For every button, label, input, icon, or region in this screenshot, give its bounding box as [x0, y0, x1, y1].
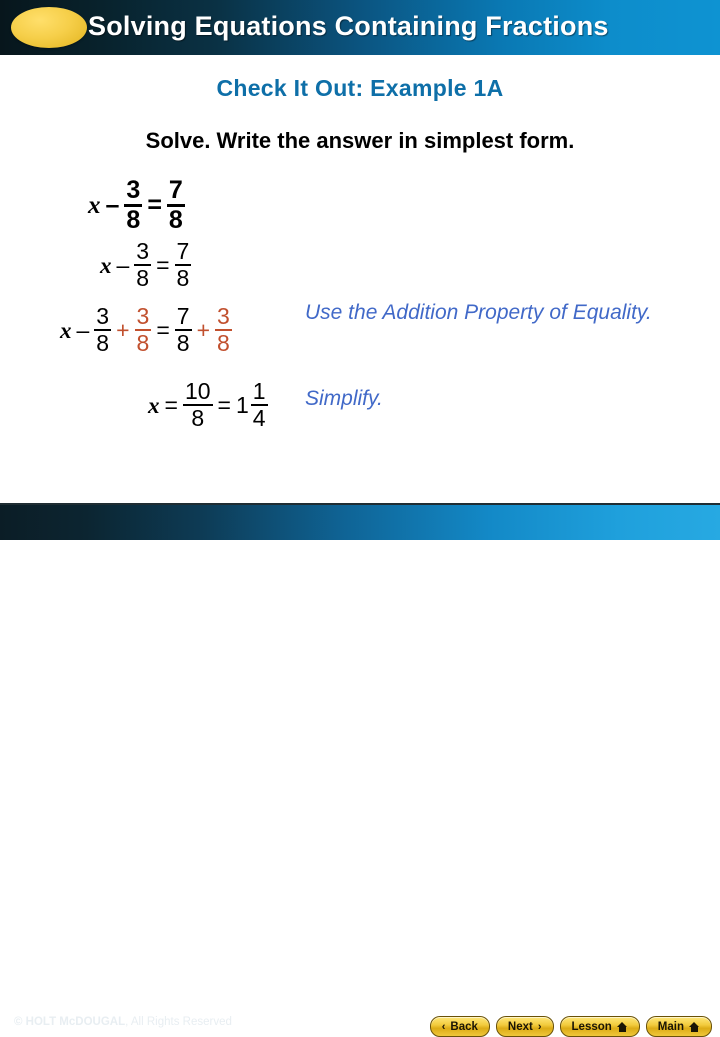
fraction: 38	[94, 303, 112, 356]
main-button[interactable]: Main	[645, 1016, 712, 1037]
addition-property-note: Use the Addition Property of Equality.	[305, 301, 652, 324]
fraction-numerator: 3	[124, 178, 143, 207]
fraction-numerator: 7	[174, 303, 192, 331]
simplify-note: Simplify.	[305, 387, 383, 410]
fraction: 14	[250, 378, 268, 431]
yellow-ellipse-icon	[11, 7, 87, 48]
fraction-numerator: 3	[94, 303, 112, 331]
operator: –	[105, 191, 120, 219]
footer-nav: ‹ Back Next › Lesson Main	[429, 1016, 712, 1037]
button-label: Lesson	[571, 1020, 612, 1033]
fraction: 78	[174, 238, 192, 291]
copyright-rest: , All Rights Reserved	[125, 1016, 232, 1028]
operator: =	[164, 391, 178, 418]
fraction-denominator: 8	[176, 265, 190, 291]
fraction-denominator: 8	[136, 265, 150, 291]
fraction: 38	[215, 305, 232, 355]
add-both-sides-equation: x –3 8 +3 8 = 7 8 +3 8	[60, 305, 232, 355]
fraction-numerator: 3	[134, 303, 152, 331]
home-icon	[616, 1021, 628, 1032]
fraction-numerator: 3	[215, 303, 232, 331]
fraction: 10 8	[182, 378, 213, 431]
next-button[interactable]: Next ›	[495, 1016, 554, 1037]
restated-equation: x –3 8 = 7 8	[100, 238, 192, 291]
fraction: 38	[134, 238, 152, 291]
fraction-numerator: 3	[134, 238, 152, 266]
variable-x: x	[148, 392, 160, 418]
operator: +	[116, 316, 130, 343]
lesson-button[interactable]: Lesson	[559, 1016, 640, 1037]
page-title: Solving Equations Containing Fractions	[88, 11, 609, 41]
operator: =	[217, 391, 231, 418]
fraction-denominator: 8	[96, 330, 110, 356]
fraction: 78	[174, 303, 192, 356]
instruction-text: Solve. Write the answer in simplest form…	[145, 128, 575, 153]
button-label: Main	[657, 1020, 684, 1033]
variable-x: x	[100, 252, 112, 278]
fraction-numerator: 7	[166, 178, 185, 207]
mixed-number: 114	[236, 380, 268, 430]
fraction: 38	[134, 303, 152, 356]
fraction-numerator: 1	[250, 378, 268, 406]
mixed-number-whole: 1	[235, 391, 249, 418]
operator: +	[196, 316, 210, 343]
button-label: Back	[450, 1020, 478, 1033]
original-equation: x –3 8 = 7 8	[88, 178, 185, 233]
example-subtitle: Check It Out: Example 1A	[216, 75, 504, 101]
title-bar: Solving Equations Containing Fractions	[0, 0, 720, 55]
fraction-numerator: 10	[182, 378, 213, 406]
solution-equation: x = 10 8 = 1 1 4	[148, 380, 268, 430]
home-icon	[689, 1021, 700, 1032]
operator: –	[76, 316, 90, 343]
fraction-denominator: 4	[252, 405, 266, 431]
header-divider	[0, 55, 720, 57]
copyright-brand: © HOLT McDOUGAL	[14, 1016, 126, 1028]
operator: =	[147, 191, 162, 219]
fraction-denominator: 8	[168, 206, 183, 234]
button-label: Next	[507, 1020, 533, 1033]
chevron-left-icon: ‹	[441, 1020, 446, 1033]
fraction-denominator: 8	[126, 206, 141, 234]
operator: –	[116, 251, 130, 278]
fraction-denominator: 8	[136, 330, 150, 356]
operator: =	[156, 316, 170, 343]
back-button[interactable]: ‹ Back	[429, 1016, 490, 1037]
operator: =	[156, 251, 170, 278]
copyright-text: © HOLT McDOUGAL, All Rights Reserved	[14, 1016, 232, 1028]
fraction-denominator: 8	[217, 330, 230, 356]
fraction: 38	[124, 178, 143, 234]
fraction-numerator: 7	[174, 238, 192, 266]
chevron-right-icon: ›	[537, 1020, 542, 1033]
footer-bar: © HOLT McDOUGAL, All Rights Reserved ‹ Ba…	[0, 505, 720, 1037]
fraction-denominator: 8	[176, 330, 190, 356]
variable-x: x	[88, 192, 101, 219]
fraction: 78	[166, 178, 185, 234]
variable-x: x	[60, 317, 72, 343]
fraction-denominator: 8	[191, 405, 205, 431]
